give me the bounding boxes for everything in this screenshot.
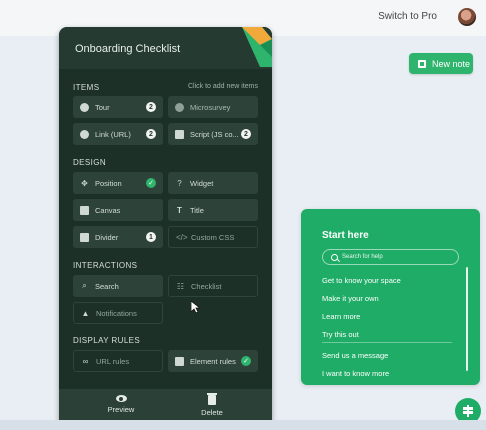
help-link[interactable]: I want to know more [322,369,389,378]
help-link[interactable]: Try this out [322,330,359,339]
item-script[interactable]: Script (JS co... 2 [168,123,258,145]
item-tour[interactable]: Tour 2 [73,96,163,118]
helper-title: Start here [322,230,369,241]
display-element-rules[interactable]: Element rules ✓ [168,350,258,372]
switch-to-pro-link[interactable]: Switch to Pro [378,11,437,22]
mouse-cursor-icon [191,301,200,314]
design-title[interactable]: T Title [168,199,258,221]
item-label: Position [95,178,122,188]
new-note-label: New note [432,58,471,69]
interactions-heading: INTERACTIONS [73,261,138,270]
checklist-icon: ☷ [176,281,185,291]
panel-title: Onboarding Checklist [75,43,181,55]
design-heading: DESIGN [73,158,107,167]
count-badge: 2 [146,129,156,139]
count-badge: 2 [241,129,251,139]
note-icon [418,59,426,68]
monitor-icon [80,205,89,215]
onboarding-checklist-panel: Onboarding Checklist ITEMS Click to add … [59,27,272,427]
delete-label: Delete [201,408,223,417]
item-label: Search [95,281,119,291]
user-avatar[interactable] [458,8,476,26]
item-label: Notifications [96,308,137,318]
item-label: Divider [95,232,119,242]
design-position[interactable]: ✥ Position ✓ [73,172,163,194]
item-label: Microsurvey [190,102,231,112]
display-url-rules[interactable]: ∞ URL rules [73,350,163,372]
code-icon [175,129,184,139]
helper-divider [322,342,452,343]
item-label: URL rules [96,356,130,366]
items-heading: ITEMS [73,83,100,92]
check-icon: ✓ [241,356,251,366]
new-note-button[interactable]: New note [409,53,473,74]
microsurvey-icon [175,102,184,112]
item-label: Widget [190,178,214,188]
link-icon: ∞ [82,356,89,366]
preview-button[interactable]: Preview [91,395,151,414]
delete-button[interactable]: Delete [182,393,242,417]
item-link-url[interactable]: Link (URL) 2 [73,123,163,145]
item-label: Script (JS co... [190,129,239,139]
trash-icon [207,393,217,405]
bottom-strip [0,420,486,430]
help-circle-icon: ? [177,178,182,188]
help-widget: Start here Search for help Get to know y… [301,209,480,385]
display-rules-heading: DISPLAY RULES [73,336,141,345]
panel-header: Onboarding Checklist [59,27,272,69]
design-custom-css[interactable]: </> Custom CSS [168,226,258,248]
check-icon: ✓ [146,178,156,188]
search-icon: ⌕ [82,281,87,290]
items-hint: Click to add new items [187,83,258,90]
text-icon: T [177,205,182,215]
item-label: Title [190,205,204,215]
item-label: Element rules [190,356,236,366]
eye-icon [115,395,127,402]
item-microsurvey[interactable]: Microsurvey [168,96,258,118]
move-icon: ✥ [81,178,88,188]
item-label: Canvas [95,205,121,215]
item-label: Custom CSS [191,232,235,242]
design-widget[interactable]: ? Widget [168,172,258,194]
design-divider[interactable]: Divider 1 [73,226,163,248]
item-label: Link (URL) [95,129,131,139]
help-link[interactable]: Make it your own [322,294,379,303]
corner-decoration-icon [242,27,272,67]
signpost-icon [463,405,473,417]
interaction-notifications[interactable]: ▲ Notifications [73,302,163,324]
count-badge: 2 [146,102,156,112]
code-icon: </> [176,232,188,242]
help-search-input[interactable]: Search for help [322,249,459,265]
item-label: Tour [95,102,110,112]
tour-icon [80,102,89,112]
design-canvas[interactable]: Canvas [73,199,163,221]
help-link[interactable]: Send us a message [322,351,388,360]
link-icon [80,129,89,139]
interaction-search[interactable]: ⌕ Search [73,275,163,297]
divider-icon [80,232,89,242]
interaction-checklist[interactable]: ☷ Checklist [168,275,258,297]
help-link[interactable]: Learn more [322,312,360,321]
help-link[interactable]: Get to know your space [322,276,401,285]
search-icon [331,253,338,261]
help-search-placeholder: Search for help [342,254,383,260]
helper-scrollbar[interactable] [466,267,468,371]
bell-icon: ▲ [81,308,90,318]
preview-label: Preview [107,405,135,414]
count-badge: 1 [146,232,156,242]
item-label: Checklist [191,281,222,291]
element-icon [175,356,184,366]
